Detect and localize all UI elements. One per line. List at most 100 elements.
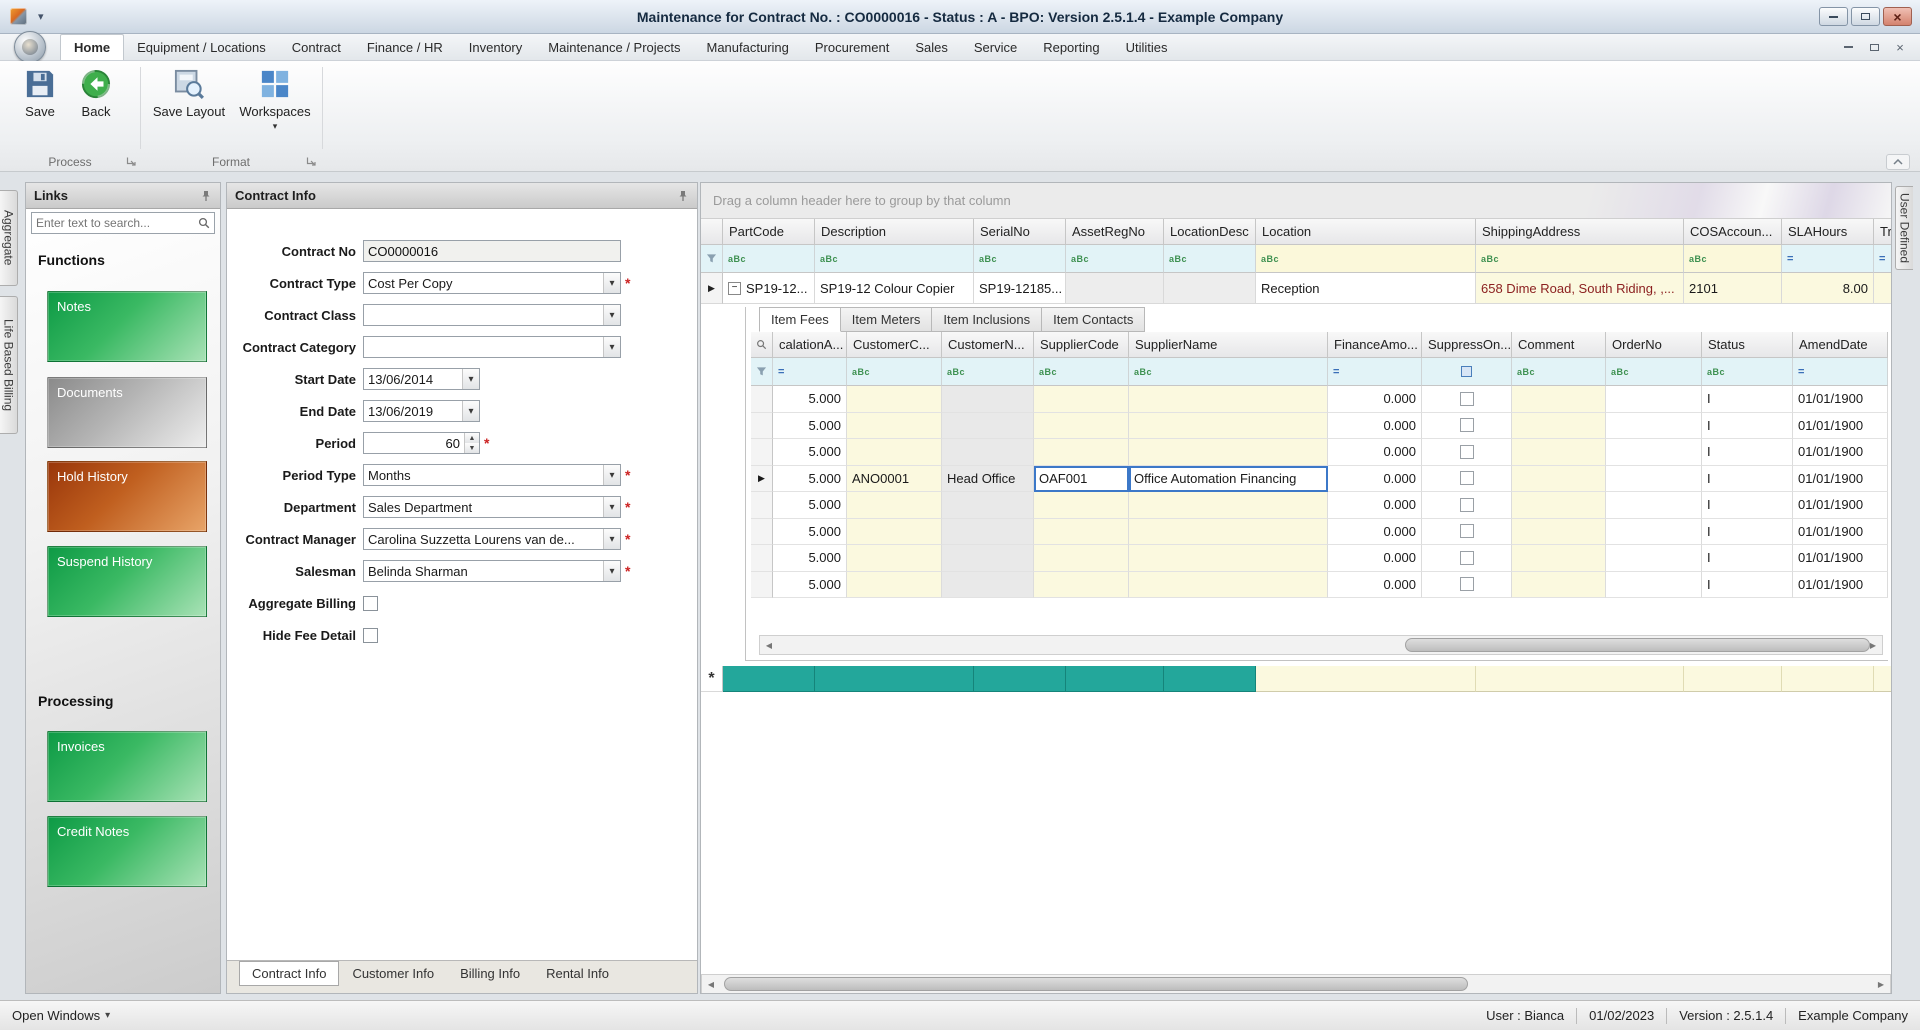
financeamount-header[interactable]: FinanceAmo... <box>1328 332 1422 358</box>
finance-amount-cell[interactable]: 0.000 <box>1328 571 1422 598</box>
suppress-checkbox[interactable] <box>1459 524 1474 539</box>
new-locationdesc-cell[interactable] <box>1164 666 1256 692</box>
save-button[interactable]: Save <box>14 69 66 119</box>
escalation-amount-cell[interactable]: 5.000 <box>773 412 847 439</box>
suppress-checkbox[interactable] <box>1459 471 1474 486</box>
item-grid-row[interactable]: 5.000 0.000 I 01/01/1900 <box>751 386 1888 413</box>
order-no-cell[interactable] <box>1606 465 1702 492</box>
item-grid-row[interactable]: 5.000 0.000 I 01/01/1900 <box>751 439 1888 466</box>
status-cell[interactable]: I <box>1702 518 1793 545</box>
contract-type-combo[interactable]: Cost Per Copy ▾ <box>363 272 621 294</box>
finance-amount-cell[interactable]: 0.000 <box>1328 386 1422 413</box>
comment-cell[interactable] <box>1512 492 1606 519</box>
location-filter-cell[interactable]: aBc <box>1256 245 1476 273</box>
process-dialog-launcher-icon[interactable] <box>126 156 137 167</box>
escalation-amount-cell[interactable]: 5.000 <box>773 465 847 492</box>
supplier-code-cell[interactable] <box>1034 439 1129 466</box>
ribbon-minimize-button[interactable] <box>1836 38 1860 56</box>
suppress-checkbox[interactable] <box>1459 577 1474 592</box>
order-no-cell[interactable] <box>1606 386 1702 413</box>
spin-down-icon[interactable]: ▼ <box>465 443 479 453</box>
chevron-down-icon[interactable]: ▾ <box>603 497 620 517</box>
suppliername-filter-cell[interactable]: aBc <box>1129 358 1328 386</box>
collapse-detail-icon[interactable]: − <box>728 281 741 295</box>
suppress-cell[interactable] <box>1422 439 1512 466</box>
customer-name-cell[interactable] <box>942 571 1034 598</box>
suppress-checkbox[interactable] <box>1459 391 1474 406</box>
chevron-down-icon[interactable]: ▾ <box>603 529 620 549</box>
escalation-amount-cell[interactable]: 5.000 <box>773 571 847 598</box>
tab-billing-info[interactable]: Billing Info <box>447 961 533 986</box>
customercode-header[interactable]: CustomerC... <box>847 332 942 358</box>
save-layout-button[interactable]: Save Layout <box>150 69 228 119</box>
customer-name-cell[interactable] <box>942 412 1034 439</box>
serialno-header[interactable]: SerialNo <box>974 219 1066 245</box>
comment-filter-cell[interactable]: aBc <box>1512 358 1606 386</box>
edge-tab-aggregate[interactable]: Aggregate <box>0 190 18 286</box>
supplier-name-cell[interactable] <box>1129 518 1328 545</box>
supplier-name-cell[interactable] <box>1129 439 1328 466</box>
assetregno-header[interactable]: AssetRegNo <box>1066 219 1164 245</box>
supplier-name-cell[interactable] <box>1129 386 1328 413</box>
customer-name-cell[interactable]: Head Office <box>942 465 1034 492</box>
supplier-name-cell[interactable] <box>1129 571 1328 598</box>
period-stepper[interactable]: ▲ ▼ <box>363 432 480 454</box>
customer-code-cell[interactable] <box>847 545 942 572</box>
shippingaddress-header[interactable]: ShippingAddress <box>1476 219 1684 245</box>
item-grid-row[interactable]: 5.000 0.000 I 01/01/1900 <box>751 492 1888 519</box>
supplier-name-cell[interactable] <box>1129 545 1328 572</box>
finance-amount-cell[interactable]: 0.000 <box>1328 518 1422 545</box>
new-description-cell[interactable] <box>815 666 974 692</box>
aggregate-billing-checkbox[interactable] <box>363 595 378 611</box>
new-cosaccount-cell[interactable] <box>1684 666 1782 692</box>
customername-filter-cell[interactable]: aBc <box>942 358 1034 386</box>
finance-amount-cell[interactable]: 0.000 <box>1328 412 1422 439</box>
order-no-cell[interactable] <box>1606 412 1702 439</box>
item-grid-row[interactable]: 5.000 0.000 I 01/01/1900 <box>751 571 1888 598</box>
ribbon-tab-reporting[interactable]: Reporting <box>1030 34 1112 60</box>
back-button[interactable]: Back <box>70 69 122 119</box>
shippingaddress-cell[interactable]: 658 Dime Road, South Riding, ,... <box>1476 273 1684 304</box>
suppresson-header[interactable]: SuppressOn... <box>1422 332 1512 358</box>
amend-date-cell[interactable]: 01/01/1900 <box>1793 545 1888 572</box>
status-cell[interactable]: I <box>1702 492 1793 519</box>
suppress-checkbox[interactable] <box>1459 550 1474 565</box>
customer-code-cell[interactable] <box>847 518 942 545</box>
item-grid-row[interactable]: 5.000 0.000 I 01/01/1900 <box>751 518 1888 545</box>
ribbon-tab-equipment-locations[interactable]: Equipment / Locations <box>124 34 279 60</box>
supplier-code-cell[interactable] <box>1034 492 1129 519</box>
ribbon-tab-inventory[interactable]: Inventory <box>456 34 535 60</box>
spinner-buttons[interactable]: ▲ ▼ <box>464 433 479 453</box>
orderno-header[interactable]: OrderNo <box>1606 332 1702 358</box>
pin-icon[interactable] <box>200 190 212 202</box>
new-serialno-cell[interactable] <box>974 666 1066 692</box>
suppress-cell[interactable] <box>1422 518 1512 545</box>
main-grid-data-row[interactable]: ▶ − SP19-12... SP19-12 Colour Copier SP1… <box>701 273 1891 304</box>
item-grid-search-corner[interactable] <box>751 332 773 358</box>
cosaccount-cell[interactable]: 2101 <box>1684 273 1782 304</box>
main-grid-hscrollbar[interactable]: ◀ ▶ <box>701 974 1891 993</box>
collapse-ribbon-button[interactable] <box>1886 154 1910 170</box>
new-item-row[interactable]: * <box>701 666 1891 692</box>
supplier-name-cell[interactable] <box>1129 412 1328 439</box>
description-header[interactable]: Description <box>815 219 974 245</box>
chevron-down-icon[interactable]: ▾ <box>603 337 620 357</box>
suppress-checkbox[interactable] <box>1459 418 1474 433</box>
suppress-checkbox[interactable] <box>1459 497 1474 512</box>
contract-manager-combo[interactable]: Carolina Suzzetta Lourens van de... ▾ <box>363 528 621 550</box>
scroll-left-icon[interactable]: ◀ <box>702 975 720 993</box>
customer-name-cell[interactable] <box>942 492 1034 519</box>
chevron-down-icon[interactable]: ▾ <box>603 465 620 485</box>
escalation-amount-cell[interactable]: 5.000 <box>773 518 847 545</box>
cosaccount-filter-cell[interactable]: aBc <box>1684 245 1782 273</box>
escalation-amount-cell[interactable]: 5.000 <box>773 492 847 519</box>
order-no-cell[interactable] <box>1606 518 1702 545</box>
group-by-panel[interactable]: Drag a column header here to group by th… <box>701 183 1891 219</box>
customer-name-cell[interactable] <box>942 439 1034 466</box>
status-cell[interactable]: I <box>1702 439 1793 466</box>
pin-icon[interactable] <box>677 190 689 202</box>
ribbon-tab-utilities[interactable]: Utilities <box>1113 34 1181 60</box>
minimize-button[interactable] <box>1819 7 1848 26</box>
ribbon-tab-procurement[interactable]: Procurement <box>802 34 902 60</box>
customer-code-cell[interactable] <box>847 439 942 466</box>
